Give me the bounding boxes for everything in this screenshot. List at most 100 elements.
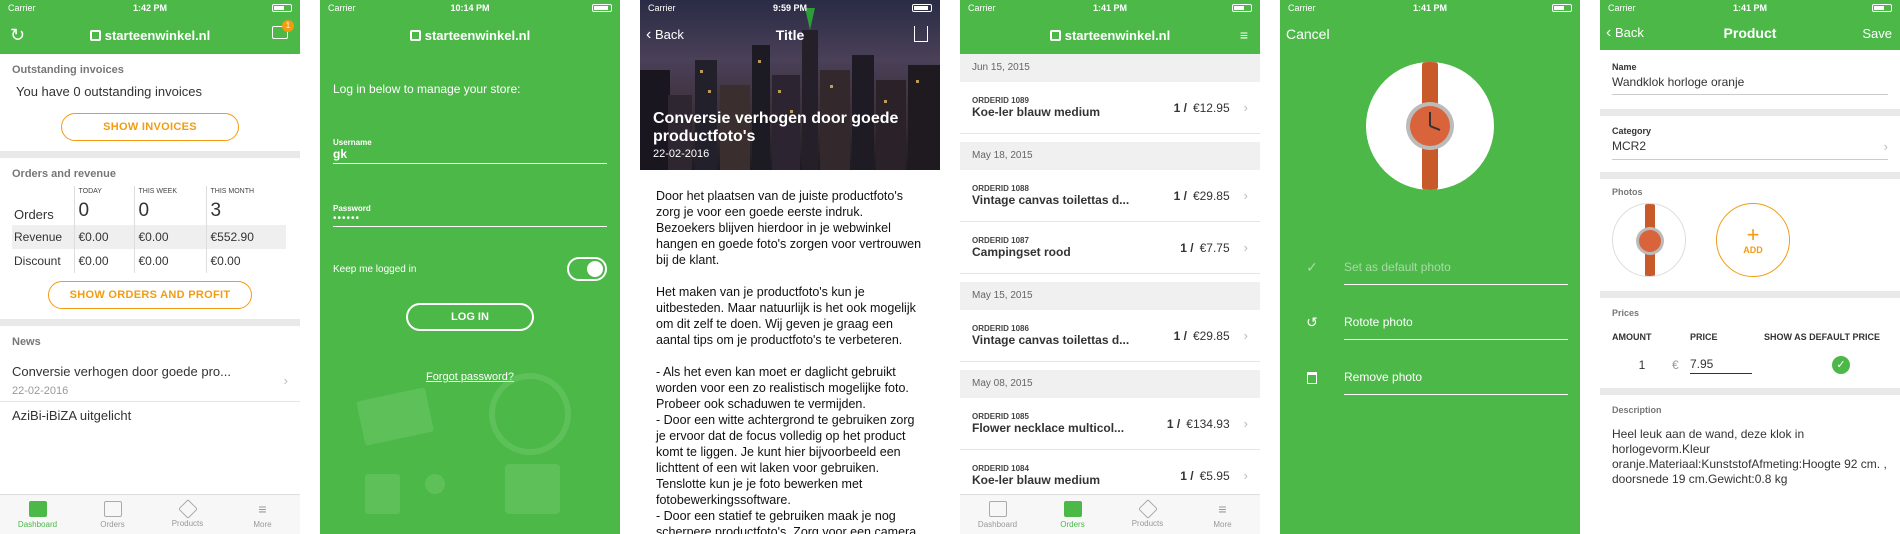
keep-logged-toggle[interactable] — [567, 257, 607, 281]
password-field[interactable]: Password •••••• — [333, 204, 607, 227]
article-headline: Conversie verhogen door goede productfot… — [653, 110, 899, 145]
chevron-left-icon: ‹ — [1606, 24, 1612, 41]
order-date: Jun 15, 2015 — [960, 54, 1260, 82]
price-row: 1 € 7.95 ✓ — [1612, 356, 1888, 374]
share-icon[interactable] — [914, 26, 928, 42]
name-label: Name — [1612, 62, 1637, 72]
rotate-photo-option[interactable]: ↺ Rotote photo — [1280, 305, 1568, 340]
price-input[interactable]: 7.95 — [1690, 357, 1752, 374]
login-button[interactable]: LOG IN — [406, 303, 534, 331]
tab-orders[interactable]: Orders — [1035, 495, 1110, 534]
store-illustration — [356, 373, 571, 514]
show-orders-profit-button[interactable]: SHOW ORDERS AND PROFIT — [48, 281, 252, 309]
bag-icon — [409, 29, 421, 41]
battery-icon — [1872, 4, 1892, 12]
article-body: Door het plaatsen van de juiste productf… — [640, 170, 940, 534]
username-field[interactable]: Username gk — [333, 138, 607, 164]
chevron-right-icon: › — [1243, 468, 1248, 483]
photo-options-screen: Carrier 1:41 PM Cancel ✓ Set as default … — [1280, 0, 1580, 534]
product-photo — [1366, 62, 1494, 190]
menu-icon: ≡ — [258, 500, 267, 517]
cancel-button[interactable]: Cancel — [1280, 16, 1580, 52]
bag-icon — [1049, 29, 1061, 41]
rotate-icon: ↺ — [1306, 314, 1318, 330]
description-input[interactable]: Heel leuk aan de wand, deze klok in horl… — [1612, 427, 1888, 487]
status-time: 1:42 PM — [132, 3, 167, 13]
orders-icon — [103, 500, 122, 517]
dashboard-screen: Carrier 1:42 PM ↻ starteenwinkel.nl 1 Ou… — [0, 0, 300, 534]
chevron-right-icon: › — [1243, 416, 1248, 431]
watch-thumbnail-image — [1636, 204, 1664, 276]
battery-icon — [1232, 4, 1252, 12]
tab-bar: Dashboard Orders Products ≡ More — [0, 494, 300, 534]
back-button[interactable]: ‹ Back — [1606, 24, 1644, 42]
save-button[interactable]: Save — [1862, 26, 1892, 41]
bag-icon — [89, 29, 101, 41]
tab-bar: Dashboard Orders Products ≡ More — [960, 494, 1260, 534]
chevron-right-icon: › — [1243, 240, 1248, 255]
navbar: ↻ starteenwinkel.nl 1 — [0, 16, 300, 54]
back-button[interactable]: ‹ Back — [646, 26, 684, 44]
prices-label: Prices — [1612, 308, 1640, 318]
battery-icon — [1552, 4, 1572, 12]
refresh-icon[interactable]: ↻ — [10, 25, 25, 46]
battery-icon — [592, 4, 612, 12]
article-hero-image: Carrier 9:59 PM ‹ Back Title Conversie v… — [640, 0, 940, 170]
tab-more[interactable]: ≡ More — [1185, 495, 1260, 534]
nav-title: Title — [775, 27, 805, 43]
order-row[interactable]: ORDERID 1086 Vintage canvas toilettas d..… — [960, 310, 1260, 362]
show-invoices-button[interactable]: SHOW INVOICES — [61, 113, 239, 141]
news-item-date: 22-02-2016 — [12, 385, 69, 397]
battery-icon — [272, 4, 292, 12]
tab-products[interactable]: Products — [150, 495, 225, 534]
menu-icon: ≡ — [1218, 500, 1227, 517]
invoices-title: Outstanding invoices — [12, 64, 124, 76]
status-bar: Carrier 1:42 PM — [0, 0, 300, 16]
chevron-right-icon: › — [283, 373, 288, 388]
order-row[interactable]: ORDERID 1089 Koe-ler blauw medium 1 /€12.… — [960, 82, 1260, 134]
tab-products[interactable]: Products — [1110, 495, 1185, 534]
photos-label: Photos — [1612, 187, 1643, 197]
login-screen: Carrier 10:14 PM starteenwinkel.nl Log i… — [320, 0, 620, 534]
name-input[interactable]: Wandklok horloge oranje — [1612, 72, 1888, 95]
article-paragraph: Het maken van je productfoto's kun je ui… — [656, 285, 916, 347]
nav-title: Product — [1723, 25, 1777, 41]
tab-dashboard[interactable]: Dashboard — [960, 495, 1035, 534]
username-input[interactable]: gk — [333, 147, 607, 161]
order-row[interactable]: ORDERID 1087 Campingset rood 1 /€7.75 › — [960, 222, 1260, 274]
news-item-2[interactable]: AziBi-iBiZA uitgelicht — [0, 402, 300, 429]
chevron-right-icon: › — [1883, 139, 1888, 154]
plus-icon: + — [1746, 222, 1760, 247]
status-bar: Carrier 10:14 PM — [320, 0, 620, 16]
tag-icon — [177, 498, 198, 519]
set-default-photo-option[interactable]: ✓ Set as default photo — [1280, 250, 1568, 285]
tab-orders[interactable]: Orders — [75, 495, 150, 534]
order-date: May 15, 2015 — [960, 282, 1260, 310]
battery-icon — [912, 4, 932, 12]
password-input[interactable]: •••••• — [333, 213, 607, 224]
add-photo-button[interactable]: + ADD — [1716, 203, 1790, 277]
photo-thumbnail[interactable] — [1612, 203, 1686, 277]
dashboard-icon — [988, 500, 1007, 517]
filter-icon[interactable]: ≡ — [1240, 27, 1248, 43]
tab-dashboard[interactable]: Dashboard — [0, 495, 75, 534]
invoices-text: You have 0 outstanding invoices — [16, 84, 202, 99]
orders-list: Jun 15, 2015 ORDERID 1089 Koe-ler blauw m… — [960, 54, 1260, 502]
login-intro: Log in below to manage your store: — [333, 82, 521, 96]
tag-icon — [1137, 498, 1158, 519]
news-item[interactable]: Conversie verhogen door goede pro... 22-… — [0, 354, 300, 402]
category-select[interactable]: MCR2 › — [1612, 136, 1888, 160]
article-paragraph: Door het plaatsen van de juiste productf… — [656, 189, 922, 267]
chevron-right-icon: › — [1243, 188, 1248, 203]
trash-icon — [1280, 371, 1344, 384]
news-title: News — [12, 336, 41, 348]
revenue-table: TODAY THIS WEEK THIS MONTH Orders 0 0 3 … — [12, 186, 286, 273]
category-label: Category — [1612, 126, 1652, 136]
article-paragraph: - Als het even kan moet er daglicht gebr… — [656, 365, 917, 534]
default-price-check-icon[interactable]: ✓ — [1832, 356, 1850, 374]
order-row[interactable]: ORDERID 1085 Flower necklace multicol... … — [960, 398, 1260, 450]
tab-more[interactable]: ≡ More — [225, 495, 300, 534]
order-row[interactable]: ORDERID 1088 Vintage canvas toilettas d..… — [960, 170, 1260, 222]
orders-icon — [1063, 500, 1082, 517]
remove-photo-option[interactable]: Remove photo — [1280, 360, 1568, 395]
